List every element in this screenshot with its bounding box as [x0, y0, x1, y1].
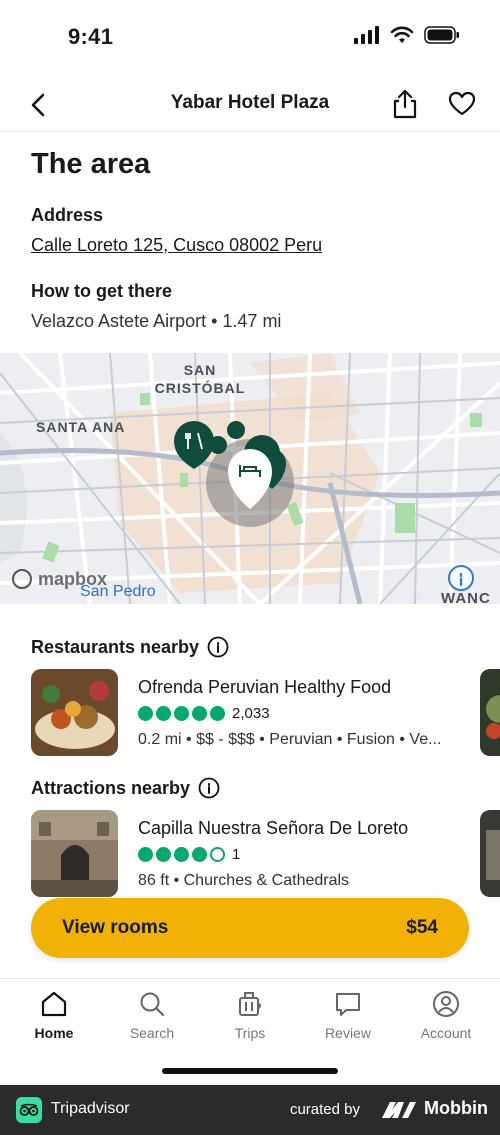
share-icon[interactable]	[390, 88, 420, 120]
rating-bubble-empty	[210, 847, 225, 862]
status-bar: 9:41	[0, 0, 500, 76]
map-label-san-cristobal: SAN CRISTÓBAL	[150, 361, 250, 397]
footer-curated: curated by	[289, 1101, 360, 1118]
rating-bubble-filled	[192, 847, 207, 862]
next-attraction-photo[interactable]	[480, 810, 500, 897]
directions-value: Velazco Astete Airport • 1.47 mi	[31, 311, 282, 331]
map-label-line: SAN	[183, 362, 217, 378]
rating-bubble-filled	[156, 847, 171, 862]
price-label: $54	[406, 917, 438, 938]
map-label-santa-ana: SANTA ANA	[36, 419, 126, 435]
attraction-meta: 86 ft • Churches & Cathedrals	[138, 872, 350, 889]
footer-mobbin: Mobbin	[382, 1098, 488, 1119]
rating-bubble-filled	[156, 706, 171, 721]
page-title: Yabar Hotel Plaza	[170, 92, 330, 113]
tab-home[interactable]: Home	[9, 989, 99, 1041]
restaurant-photo	[31, 669, 118, 756]
home-indicator	[162, 1068, 338, 1074]
rating-bubble-filled	[138, 706, 153, 721]
tab-search[interactable]: Search	[107, 989, 197, 1041]
tab-trips[interactable]: Trips	[205, 989, 295, 1041]
map-background	[0, 353, 500, 604]
cellular-signal-icon	[354, 26, 379, 44]
wifi-icon	[390, 26, 414, 43]
restaurant-rating: 2,033	[138, 705, 270, 722]
next-restaurant-photo[interactable]	[480, 669, 500, 756]
restaurants-heading: Restaurants nearby	[31, 636, 229, 658]
home-icon	[41, 991, 67, 1017]
map-label-san-pedro: San Pedro	[80, 583, 156, 600]
tab-account[interactable]: Account	[401, 989, 491, 1041]
area-map[interactable]: SAN CRISTÓBAL SANTA ANA mapbox San Pedro…	[0, 353, 500, 604]
tab-home-label: Home	[34, 1025, 74, 1041]
map-label-line: CRISTÓBAL	[154, 380, 246, 396]
account-icon	[433, 991, 459, 1017]
search-icon	[140, 992, 165, 1017]
tripadvisor-logo-icon	[16, 1097, 42, 1123]
attraction-card[interactable]: Capilla Nuestra Señora De Loreto 1 86 ft…	[31, 810, 471, 898]
rating-bubble-filled	[210, 706, 225, 721]
tab-review-label: Review	[325, 1025, 371, 1041]
footer-mobbin-label: Mobbin	[424, 1098, 488, 1118]
footer-bar: Tripadvisor curated by Mobbin	[0, 1085, 500, 1135]
rating-bubble-filled	[138, 847, 153, 862]
attractions-heading-text: Attractions nearby	[31, 777, 191, 798]
battery-icon	[424, 26, 459, 44]
review-icon	[336, 993, 360, 1016]
rating-bubble-filled	[174, 706, 189, 721]
trips-icon	[239, 992, 261, 1016]
restaurant-meta: 0.2 mi • $$ - $$$ • Peruvian • Fusion • …	[138, 731, 442, 748]
favorite-heart-icon[interactable]	[448, 90, 476, 118]
map-label-wanchaq: WANC	[441, 590, 491, 604]
view-rooms-label: View rooms	[62, 917, 169, 938]
info-icon[interactable]	[207, 636, 229, 658]
attractions-heading: Attractions nearby	[31, 777, 220, 799]
rating-bubble-filled	[174, 847, 189, 862]
section-title-area: The area	[31, 148, 151, 180]
mobbin-logo-icon	[382, 1101, 417, 1118]
restaurants-heading-text: Restaurants nearby	[31, 636, 200, 657]
attraction-rating: 1	[138, 846, 240, 863]
tab-search-label: Search	[129, 1025, 175, 1041]
view-rooms-button[interactable]: View rooms $54	[31, 898, 469, 958]
restaurant-name: Ofrenda Peruvian Healthy Food	[138, 677, 392, 697]
tab-review[interactable]: Review	[303, 989, 393, 1041]
tab-trips-label: Trips	[234, 1025, 266, 1041]
status-time: 9:41	[68, 24, 114, 49]
directions-label: How to get there	[31, 281, 173, 301]
attraction-review-count: 1	[232, 846, 241, 863]
attraction-name: Capilla Nuestra Señora De Loreto	[138, 818, 409, 838]
rating-bubble-filled	[192, 706, 207, 721]
address-label: Address	[31, 205, 104, 225]
restaurant-review-count: 2,033	[232, 705, 270, 722]
nav-bar: Yabar Hotel Plaza	[0, 78, 500, 132]
status-icons	[354, 26, 460, 44]
restaurant-card[interactable]: Ofrenda Peruvian Healthy Food 2,033 0.2 …	[31, 669, 471, 757]
footer-brand: Tripadvisor	[51, 1100, 130, 1117]
attraction-photo	[31, 810, 118, 897]
info-icon[interactable]	[198, 777, 220, 799]
address-link[interactable]: Calle Loreto 125, Cusco 08002 Peru	[31, 235, 322, 256]
tab-account-label: Account	[420, 1025, 472, 1041]
